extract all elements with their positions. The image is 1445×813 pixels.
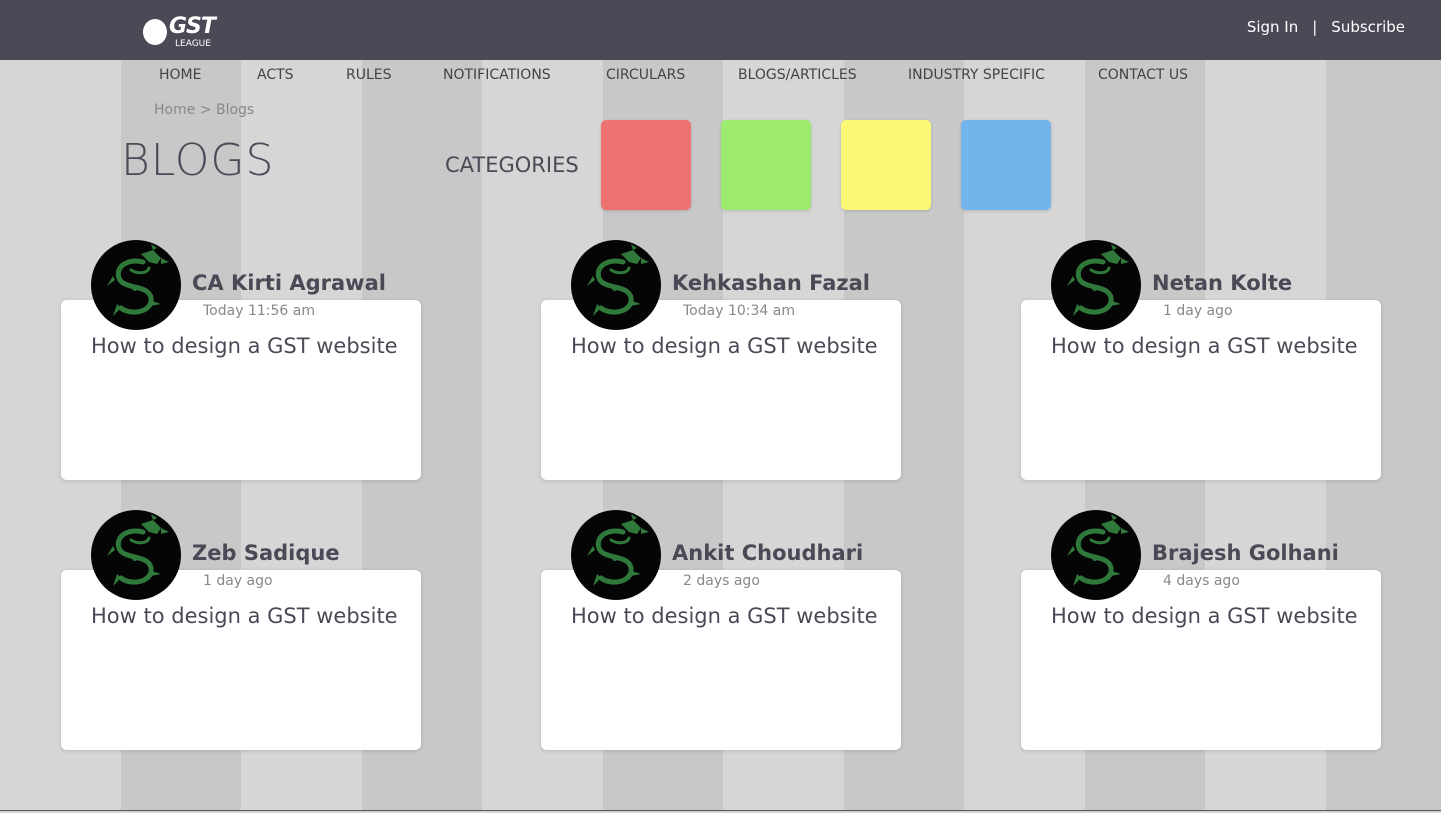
categories-label: CATEGORIES — [445, 153, 579, 177]
category-swatch-red[interactable] — [601, 120, 691, 210]
post-timestamp: 2 days ago — [683, 573, 760, 589]
page-edge — [1441, 0, 1445, 813]
author-name[interactable]: Zeb Sadique — [192, 541, 340, 565]
auth-divider: | — [1312, 18, 1318, 36]
post-timestamp: Today 11:56 am — [203, 303, 315, 319]
nav-item-circulars[interactable]: CIRCULARS — [606, 67, 738, 83]
blog-card[interactable]: How to design a GST website — [1021, 570, 1381, 750]
post-timestamp: 1 day ago — [203, 573, 273, 589]
page-bottom-border — [0, 810, 1441, 811]
gst-league-logo[interactable]: GST LEAGUE — [142, 14, 222, 52]
dragon-icon — [1067, 514, 1129, 586]
author-avatar[interactable] — [571, 510, 661, 600]
author-name[interactable]: Brajesh Golhani — [1152, 541, 1339, 565]
nav-item-home[interactable]: HOME — [159, 67, 257, 83]
blog-card[interactable]: How to design a GST website — [1021, 300, 1381, 480]
category-swatch-green[interactable] — [721, 120, 811, 210]
nav-item-notifications[interactable]: NOTIFICATIONS — [443, 67, 606, 83]
logo-circle — [143, 19, 167, 45]
dragon-icon — [107, 244, 169, 316]
dragon-icon — [107, 514, 169, 586]
category-swatch-blue[interactable] — [961, 120, 1051, 210]
nav-item-contact-us[interactable]: CONTACT US — [1098, 67, 1188, 83]
main-nav: HOME ACTS RULES NOTIFICATIONS CIRCULARS … — [159, 67, 1188, 83]
author-name[interactable]: Netan Kolte — [1152, 271, 1292, 295]
author-avatar[interactable] — [91, 510, 181, 600]
author-name[interactable]: CA Kirti Agrawal — [192, 271, 386, 295]
breadcrumb[interactable]: Home > Blogs — [154, 102, 254, 118]
sign-in-link[interactable]: Sign In — [1247, 18, 1298, 36]
blog-title[interactable]: How to design a GST website — [91, 604, 398, 628]
blog-title[interactable]: How to design a GST website — [571, 604, 878, 628]
nav-item-blogs-articles[interactable]: BLOGS/ARTICLES — [738, 67, 908, 83]
auth-links: Sign In | Subscribe — [1247, 18, 1405, 36]
blog-card[interactable]: How to design a GST website — [541, 570, 901, 750]
nav-item-acts[interactable]: ACTS — [257, 67, 346, 83]
blog-card[interactable]: How to design a GST website — [61, 570, 421, 750]
top-bar: GST LEAGUE Sign In | Subscribe — [0, 0, 1441, 60]
logo-text: GST — [169, 14, 216, 39]
nav-item-rules[interactable]: RULES — [346, 67, 443, 83]
post-timestamp: 4 days ago — [1163, 573, 1240, 589]
dragon-icon — [587, 244, 649, 316]
author-avatar[interactable] — [1051, 240, 1141, 330]
author-name[interactable]: Kehkashan Fazal — [672, 271, 870, 295]
author-avatar[interactable] — [571, 240, 661, 330]
dragon-icon — [1067, 244, 1129, 316]
blog-title[interactable]: How to design a GST website — [1051, 334, 1358, 358]
author-avatar[interactable] — [91, 240, 181, 330]
category-swatch-yellow[interactable] — [841, 120, 931, 210]
nav-item-industry-specific[interactable]: INDUSTRY SPECIFIC — [908, 67, 1098, 83]
logo-subtext: LEAGUE — [175, 39, 211, 49]
blog-card[interactable]: How to design a GST website — [61, 300, 421, 480]
author-avatar[interactable] — [1051, 510, 1141, 600]
blog-title[interactable]: How to design a GST website — [571, 334, 878, 358]
page-title: BLOGS — [121, 135, 275, 186]
dragon-icon — [587, 514, 649, 586]
author-name[interactable]: Ankit Choudhari — [672, 541, 863, 565]
blog-title[interactable]: How to design a GST website — [91, 334, 398, 358]
blog-title[interactable]: How to design a GST website — [1051, 604, 1358, 628]
blog-card[interactable]: How to design a GST website — [541, 300, 901, 480]
subscribe-link[interactable]: Subscribe — [1331, 18, 1405, 36]
post-timestamp: 1 day ago — [1163, 303, 1233, 319]
post-timestamp: Today 10:34 am — [683, 303, 795, 319]
